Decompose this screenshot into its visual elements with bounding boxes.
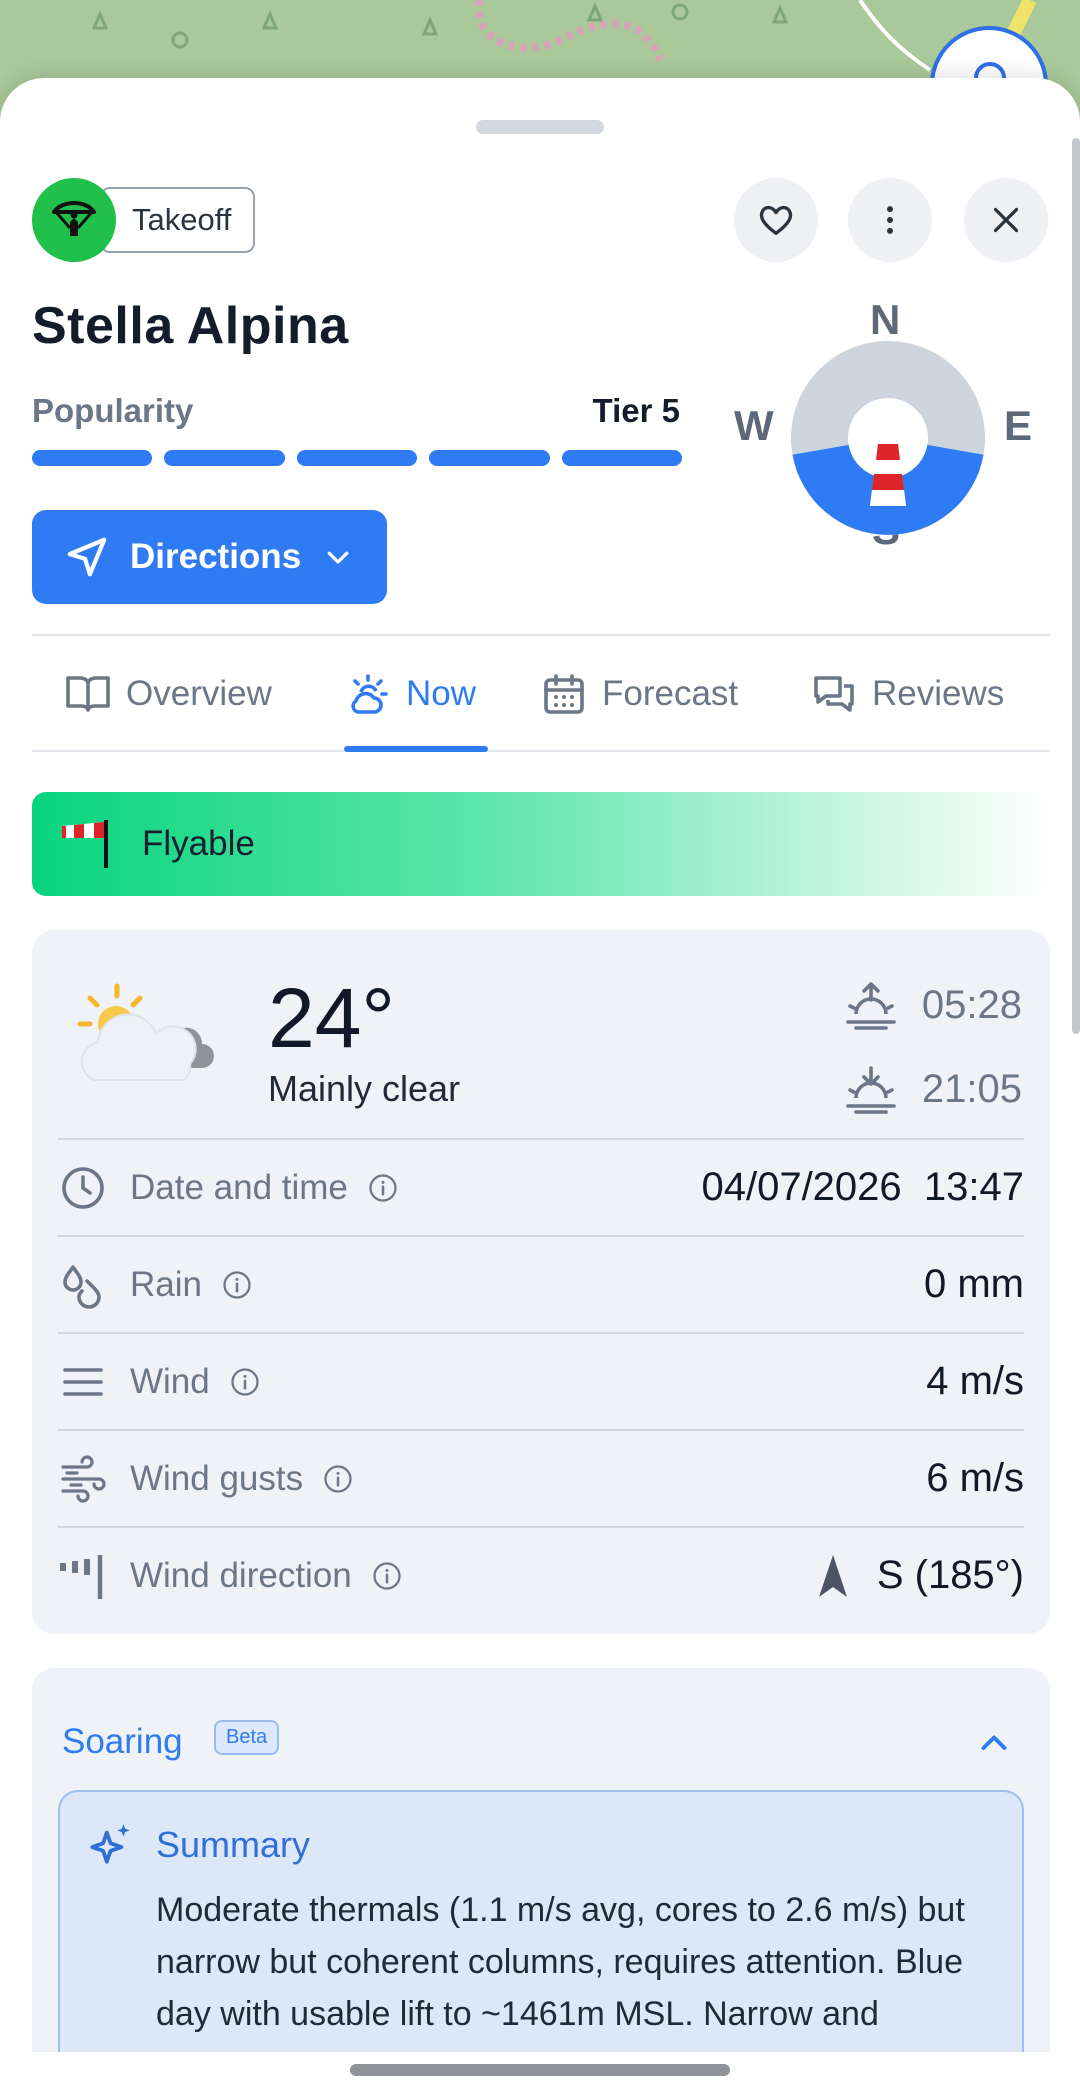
directions-label: Directions	[130, 537, 302, 576]
sheet-grab-handle[interactable]	[476, 120, 604, 134]
detail-row-wind: Wind 4 m/s	[58, 1332, 1024, 1429]
heart-icon	[759, 205, 793, 235]
detail-value-wrap: S (185°)	[817, 1553, 1024, 1599]
wind-lines-icon	[58, 1358, 108, 1406]
compass-dial	[791, 341, 985, 535]
compass-north-label: N	[870, 296, 901, 343]
info-icon[interactable]	[323, 1464, 353, 1494]
current-weather-card: 24° Mainly clear 05:28 21:05 Date and ti…	[32, 930, 1050, 1634]
flyable-status-label: Flyable	[142, 824, 255, 863]
chat-icon	[810, 670, 858, 718]
info-icon[interactable]	[222, 1270, 252, 1300]
info-icon[interactable]	[372, 1561, 402, 1591]
popularity-tier-segment	[32, 450, 153, 466]
soaring-summary-box: Summary Moderate thermals (1.1 m/s avg, …	[58, 1790, 1024, 2090]
detail-value: 04/07/2026 13:47	[701, 1165, 1024, 1209]
partly-cloudy-icon	[77, 983, 214, 1081]
sunset-icon	[844, 1064, 898, 1114]
site-title: Stella Alpina	[32, 297, 349, 355]
popularity-tier-segment	[561, 450, 683, 466]
windsock-icon	[62, 820, 108, 868]
favorite-button[interactable]	[734, 178, 818, 262]
more-vertical-icon	[887, 206, 893, 234]
compass-west-label: W	[734, 402, 774, 449]
popularity-tier-segment	[164, 450, 285, 466]
summary-title: Summary	[156, 1824, 311, 1865]
detail-label: Wind	[130, 1361, 210, 1401]
popularity-tier-bar	[32, 450, 683, 466]
flyable-status-banner: Flyable	[32, 792, 1050, 896]
detail-row-date-time: Date and time 04/07/2026 13:47	[58, 1138, 1024, 1235]
popularity-tier: Tier 5	[592, 392, 680, 429]
tab-now[interactable]: Now	[344, 636, 476, 752]
detail-row-rain: Rain 0 mm	[58, 1235, 1024, 1332]
sunset-time: 21:05	[921, 1066, 1022, 1111]
detail-label: Rain	[130, 1264, 202, 1304]
calendar-icon	[540, 670, 588, 718]
sun-cloud-icon	[344, 670, 392, 718]
sunrise-time: 05:28	[921, 982, 1022, 1027]
detail-row-wind-gusts: Wind gusts 6 m/s	[58, 1429, 1024, 1526]
popularity-label: Popularity	[32, 392, 194, 429]
tab-reviews-label: Reviews	[872, 674, 1005, 713]
tab-now-label: Now	[406, 674, 477, 713]
detail-label: Date and time	[130, 1167, 348, 1207]
temperature: 24°	[268, 971, 396, 1065]
site-type-badge: Takeoff	[32, 178, 256, 262]
popularity-tier-segment	[296, 450, 418, 466]
directions-button[interactable]: Directions	[32, 510, 387, 604]
detail-row-wind-direction: Wind direction S (185°)	[58, 1526, 1024, 1623]
soaring-title[interactable]: Soaring	[62, 1722, 183, 1762]
detail-label: Wind direction	[130, 1555, 352, 1595]
sunset-row: 21:05	[844, 1064, 1022, 1114]
clock-icon	[58, 1164, 108, 1212]
more-options-button[interactable]	[848, 178, 932, 262]
soaring-section: Soaring Beta Summary Moderate thermals (…	[32, 1668, 1050, 2090]
tab-bar: Overview Now Forecast Reviews	[32, 634, 1050, 752]
detail-value: 6 m/s	[926, 1456, 1024, 1500]
book-icon	[64, 670, 112, 718]
weather-condition: Mainly clear	[268, 1068, 461, 1109]
compass-east-label: E	[1004, 402, 1033, 449]
tab-overview[interactable]: Overview	[64, 636, 272, 752]
info-icon[interactable]	[230, 1367, 260, 1397]
home-indicator[interactable]	[350, 2064, 730, 2076]
detail-value: S (185°)	[876, 1553, 1024, 1597]
tab-forecast-label: Forecast	[602, 674, 739, 713]
navigation-arrow-icon	[67, 537, 107, 577]
tab-overview-label: Overview	[126, 674, 272, 713]
popularity-tier-segment	[429, 450, 550, 466]
paraglider-icon	[32, 178, 116, 262]
detail-value: 0 mm	[924, 1262, 1024, 1306]
info-icon[interactable]	[368, 1173, 398, 1203]
droplets-icon	[58, 1261, 108, 1309]
sunrise-icon	[844, 980, 898, 1030]
wind-compass: N E S W	[726, 296, 1080, 618]
sparkles-icon	[90, 1824, 130, 1864]
sunrise-row: 05:28	[844, 980, 1022, 1030]
bottom-sheet: Takeoff Stella Alpina Popularity Tier 5 …	[0, 78, 1080, 2090]
detail-value: 4 m/s	[926, 1359, 1024, 1403]
chevron-down-icon	[327, 551, 349, 564]
wind-gusts-icon	[58, 1454, 108, 1503]
weather-details-list: Date and time 04/07/2026 13:47 Rain 0 mm…	[58, 1138, 1024, 1623]
detail-label: Wind gusts	[130, 1458, 304, 1498]
tab-forecast[interactable]: Forecast	[540, 636, 738, 752]
site-type-label: Takeoff	[100, 187, 256, 253]
tab-reviews[interactable]: Reviews	[810, 636, 1004, 752]
close-icon	[993, 207, 1019, 233]
chevron-up-icon[interactable]	[974, 1724, 1014, 1760]
beta-badge: Beta	[214, 1720, 280, 1755]
wind-direction-arrow-icon	[817, 1553, 849, 1599]
wind-direction-icon	[58, 1551, 108, 1601]
close-button[interactable]	[964, 178, 1048, 262]
active-tab-indicator	[344, 746, 488, 752]
